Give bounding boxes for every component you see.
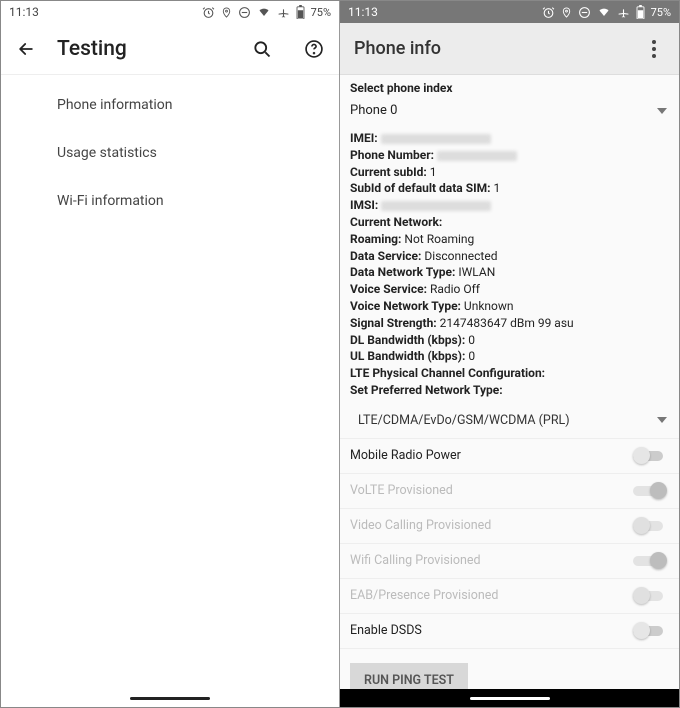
phone-number-redacted [437, 151, 517, 161]
phone-index-spinner[interactable]: Phone 0 [340, 98, 679, 128]
list-item-phone-information[interactable]: Phone information [1, 81, 339, 129]
status-icons: 75% [202, 5, 331, 19]
statusbar-right: 11:13 75% [340, 1, 679, 23]
chevron-down-icon [657, 108, 667, 114]
wifi-icon [597, 6, 611, 18]
toggle-switch-enable-dsds[interactable] [633, 622, 667, 640]
toggle-row-volte-provisioned: VoLTE Provisioned [340, 473, 679, 508]
toggle-switch-mobile-radio-power[interactable] [633, 447, 667, 465]
page-title: Testing [57, 37, 231, 61]
toggle-label: Wifi Calling Provisioned [350, 553, 481, 568]
list-item-usage-statistics[interactable]: Usage statistics [1, 129, 339, 177]
toggle-label: VoLTE Provisioned [350, 483, 453, 498]
status-icons: 75% [542, 5, 671, 19]
toggle-switch-volte-provisioned [633, 482, 667, 500]
back-icon[interactable] [15, 38, 37, 60]
toggle-row-mobile-radio-power: Mobile Radio Power [340, 438, 679, 473]
right-header: Phone info [340, 23, 679, 75]
navbar-left[interactable] [1, 689, 339, 707]
airplane-icon [277, 6, 290, 19]
toggle-label: Video Calling Provisioned [350, 518, 491, 533]
alarm-icon [542, 6, 555, 19]
toggle-label: Mobile Radio Power [350, 448, 461, 463]
dnd-icon [238, 6, 251, 19]
page-title: Phone info [354, 38, 643, 59]
battery-icon [296, 5, 305, 19]
navbar-right[interactable] [340, 689, 679, 707]
toggle-row-video-calling-provisioned: Video Calling Provisioned [340, 508, 679, 543]
location-icon [221, 6, 232, 19]
help-icon[interactable] [303, 38, 325, 60]
toggle-row-wifi-calling-provisioned: Wifi Calling Provisioned [340, 543, 679, 578]
left-list: Phone information Usage statistics Wi-Fi… [1, 75, 339, 231]
toggle-switch-wifi-calling-provisioned [633, 552, 667, 570]
toggle-switch-eab-presence-provisioned [633, 587, 667, 605]
battery-percent: 75% [311, 6, 331, 19]
toggle-switch-video-calling-provisioned [633, 517, 667, 535]
right-body: Select phone index Phone 0 IMEI: Phone N… [340, 75, 679, 707]
alarm-icon [202, 6, 215, 19]
search-icon[interactable] [251, 38, 273, 60]
battery-icon [636, 5, 645, 19]
location-icon [561, 6, 572, 19]
wifi-icon [257, 6, 271, 18]
toggle-label: Enable DSDS [350, 623, 422, 638]
network-type-spinner[interactable]: LTE/CDMA/EvDo/GSM/WCDMA (PRL) [340, 405, 679, 438]
dnd-icon [578, 6, 591, 19]
airplane-icon [617, 6, 630, 19]
toggle-row-enable-dsds: Enable DSDS [340, 613, 679, 648]
status-time: 11:13 [348, 5, 378, 19]
status-time: 11:13 [9, 5, 39, 19]
phone-index-value: Phone 0 [350, 103, 397, 118]
toggle-label: EAB/Presence Provisioned [350, 588, 498, 603]
imsi-value-redacted [381, 201, 491, 211]
imei-value-redacted [381, 134, 491, 144]
phone-index-label: Select phone index [340, 75, 679, 98]
toggle-row-eab-presence-provisioned: EAB/Presence Provisioned [340, 578, 679, 613]
info-block: IMEI: Phone Number: Current subId: 1 Sub… [340, 128, 679, 405]
statusbar-left: 11:13 75% [1, 1, 339, 23]
list-item-wifi-information[interactable]: Wi-Fi information [1, 177, 339, 225]
network-type-value: LTE/CDMA/EvDo/GSM/WCDMA (PRL) [358, 413, 570, 428]
left-header: Testing [1, 23, 339, 75]
battery-percent: 75% [651, 6, 671, 19]
chevron-down-icon [657, 417, 667, 423]
overflow-icon[interactable] [643, 38, 665, 60]
